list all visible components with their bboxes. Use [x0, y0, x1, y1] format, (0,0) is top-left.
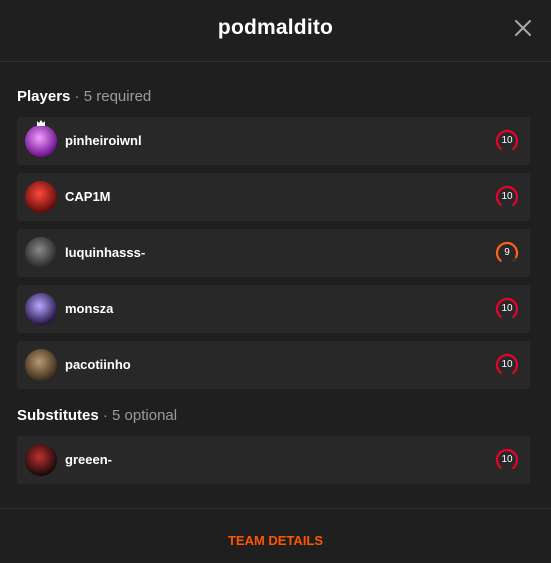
avatar[interactable]: [25, 444, 57, 476]
skill-level-number: 10: [501, 303, 513, 314]
avatar[interactable]: [25, 237, 57, 269]
player-row[interactable]: monsza 10: [17, 285, 530, 333]
skill-level-icon: 10: [495, 185, 519, 209]
avatar-image: [25, 349, 57, 381]
players-separator: ·: [70, 88, 84, 105]
player-row[interactable]: CAP1M 10: [17, 173, 530, 221]
player-nickname[interactable]: greeen-: [65, 452, 112, 467]
avatar[interactable]: [25, 120, 57, 157]
players-required: 5 required: [83, 88, 152, 105]
avatar-image: [25, 125, 57, 157]
players-list: pinheiroiwnl 10 CAP1M 10 luquinhasss- 9 monsza…: [17, 117, 530, 397]
crown-icon: [37, 120, 45, 126]
avatar-image: [25, 444, 57, 476]
skill-level-number: 9: [504, 247, 510, 258]
skill-level-number: 10: [501, 359, 513, 370]
substitutes-list: greeen- 10: [17, 436, 530, 492]
team-details-link[interactable]: TEAM DETAILS: [0, 533, 551, 548]
substitutes-label: Substitutes: [17, 407, 99, 424]
modal-footer: TEAM DETAILS: [0, 508, 551, 563]
avatar-image: [25, 237, 57, 269]
skill-level-number: 10: [501, 191, 513, 202]
avatar[interactable]: [25, 181, 57, 213]
team-name: podmaldito: [217, 16, 334, 39]
modal-header: podmaldito: [0, 0, 551, 62]
substitutes-separator: ·: [98, 407, 113, 424]
player-nickname[interactable]: monsza: [65, 301, 113, 316]
substitutes-heading: Substitutes · 5 optional: [17, 407, 177, 424]
avatar-image: [25, 181, 57, 213]
player-row[interactable]: pinheiroiwnl 10: [17, 117, 530, 165]
player-nickname[interactable]: luquinhasss-: [65, 245, 145, 260]
players-label: Players: [17, 88, 71, 105]
avatar[interactable]: [25, 349, 57, 381]
skill-level-number: 10: [501, 135, 513, 146]
player-row[interactable]: pacotiinho 10: [17, 341, 530, 389]
players-heading: Players · 5 required: [17, 88, 151, 105]
skill-level-icon: 10: [495, 353, 519, 377]
skill-level-icon: 10: [495, 448, 519, 472]
avatar-image: [25, 293, 57, 325]
team-modal: podmaldito Players · 5 required pinheiro…: [0, 0, 551, 562]
player-nickname[interactable]: CAP1M: [65, 189, 111, 204]
close-icon[interactable]: [513, 18, 533, 38]
avatar[interactable]: [25, 293, 57, 325]
player-row[interactable]: greeen- 10: [17, 436, 530, 484]
player-nickname[interactable]: pacotiinho: [65, 357, 131, 372]
skill-level-number: 10: [501, 454, 513, 465]
player-nickname[interactable]: pinheiroiwnl: [65, 133, 142, 148]
skill-level-icon: 10: [495, 297, 519, 321]
substitutes-optional: 5 optional: [112, 407, 178, 424]
skill-level-icon: 10: [495, 129, 519, 153]
skill-level-icon: 9: [495, 241, 519, 265]
player-row[interactable]: luquinhasss- 9: [17, 229, 530, 277]
